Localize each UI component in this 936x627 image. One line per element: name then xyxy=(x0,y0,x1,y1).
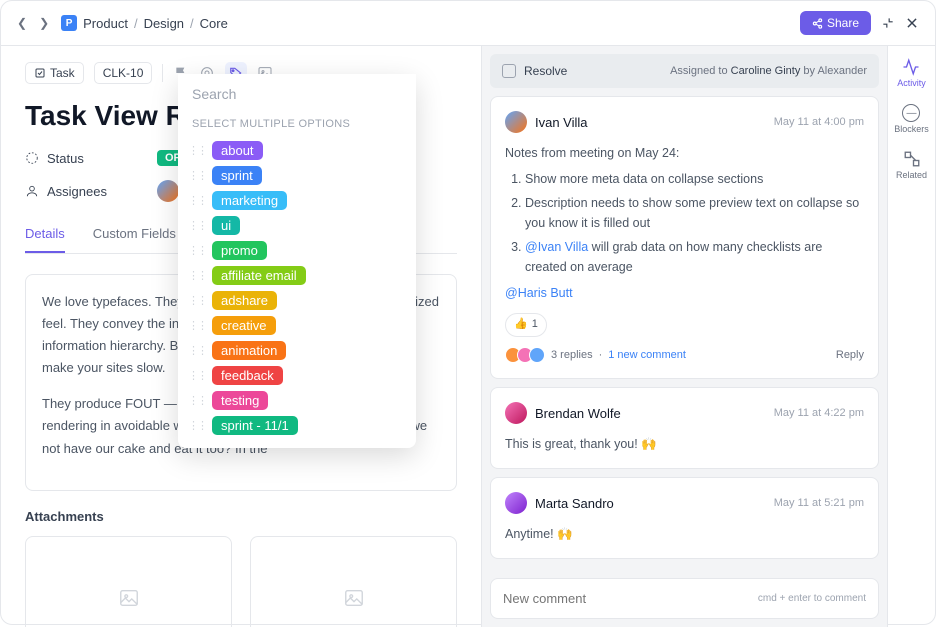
drag-handle-icon[interactable]: ⋮⋮ xyxy=(188,419,206,432)
new-comment-input[interactable] xyxy=(503,591,758,606)
drag-handle-icon[interactable]: ⋮⋮ xyxy=(188,344,206,357)
tag-pill: testing xyxy=(212,391,268,410)
tag-pill: marketing xyxy=(212,191,287,210)
breadcrumb-item[interactable]: Product xyxy=(83,16,128,31)
drag-handle-icon[interactable]: ⋮⋮ xyxy=(188,294,206,307)
close-icon[interactable] xyxy=(905,16,919,30)
avatar[interactable] xyxy=(505,111,527,133)
tag-dropdown: SELECT MULTIPLE OPTIONS ⋮⋮about⋮⋮sprint⋮… xyxy=(178,74,416,448)
search-input[interactable] xyxy=(178,74,416,114)
avatar[interactable] xyxy=(157,180,179,202)
dropdown-option[interactable]: ⋮⋮ animation xyxy=(178,338,416,363)
share-button[interactable]: Share xyxy=(800,11,871,35)
comment-author: Ivan Villa xyxy=(535,115,588,130)
person-icon xyxy=(25,184,39,198)
new-comment-box[interactable]: cmd + enter to comment xyxy=(490,578,879,619)
assigned-to: Assigned to Caroline Ginty by Alexander xyxy=(670,65,867,77)
comment: Ivan Villa May 11 at 4:00 pm Notes from … xyxy=(490,96,879,379)
rail-related[interactable]: Related xyxy=(896,150,927,180)
related-icon xyxy=(903,150,921,168)
dropdown-option[interactable]: ⋮⋮ adshare xyxy=(178,288,416,313)
new-comment-link[interactable]: 1 new comment xyxy=(608,347,686,365)
nav-back-icon[interactable]: ❮ xyxy=(17,16,27,30)
project-icon: P xyxy=(61,15,77,31)
resolve-label: Resolve xyxy=(524,64,567,78)
resolve-checkbox[interactable] xyxy=(502,64,516,78)
breadcrumb-item[interactable]: Core xyxy=(200,16,228,31)
breadcrumb: P Product / Design / Core xyxy=(61,15,228,31)
breadcrumb-item[interactable]: Design xyxy=(144,16,184,31)
drag-handle-icon[interactable]: ⋮⋮ xyxy=(188,219,206,232)
dropdown-option[interactable]: ⋮⋮ ui xyxy=(178,213,416,238)
comment: Brendan Wolfe May 11 at 4:22 pm This is … xyxy=(490,387,879,469)
tag-pill: animation xyxy=(212,341,286,360)
blockers-icon: — xyxy=(902,104,920,122)
drag-handle-icon[interactable]: ⋮⋮ xyxy=(188,394,206,407)
mention[interactable]: @Ivan Villa xyxy=(525,240,588,254)
drag-handle-icon[interactable]: ⋮⋮ xyxy=(188,269,206,282)
dropdown-header: SELECT MULTIPLE OPTIONS xyxy=(178,114,416,138)
tag-pill: adshare xyxy=(212,291,277,310)
tag-pill: affiliate email xyxy=(212,266,306,285)
status-icon xyxy=(25,151,39,165)
reply-button[interactable]: Reply xyxy=(836,347,864,365)
tag-pill: about xyxy=(212,141,263,160)
resolve-bar: Resolve Assigned to Caroline Ginty by Al… xyxy=(490,54,879,88)
comment-time: May 11 at 5:21 pm xyxy=(774,497,864,509)
comment-time: May 11 at 4:22 pm xyxy=(774,407,864,419)
reaction[interactable]: 👍1 xyxy=(505,313,547,337)
attachment-thumbnail[interactable] xyxy=(250,536,457,627)
drag-handle-icon[interactable]: ⋮⋮ xyxy=(188,319,206,332)
tag-pill: sprint - 11/1 xyxy=(212,416,298,435)
drag-handle-icon[interactable]: ⋮⋮ xyxy=(188,369,206,382)
tag-pill: ui xyxy=(212,216,240,235)
drag-handle-icon[interactable]: ⋮⋮ xyxy=(188,144,206,157)
tag-pill: sprint xyxy=(212,166,262,185)
tag-pill: creative xyxy=(212,316,276,335)
drag-handle-icon[interactable]: ⋮⋮ xyxy=(188,169,206,182)
avatar[interactable] xyxy=(505,402,527,424)
dropdown-option[interactable]: ⋮⋮ about xyxy=(178,138,416,163)
comment: Marta Sandro May 11 at 5:21 pm Anytime! … xyxy=(490,477,879,559)
drag-handle-icon[interactable]: ⋮⋮ xyxy=(188,244,206,257)
mention[interactable]: @Haris Butt xyxy=(505,283,864,303)
dropdown-option[interactable]: ⋮⋮ testing xyxy=(178,388,416,413)
collapse-icon[interactable] xyxy=(881,16,895,30)
tab-custom-fields[interactable]: Custom Fields xyxy=(93,216,176,253)
dropdown-option[interactable]: ⋮⋮ feedback xyxy=(178,363,416,388)
activity-icon xyxy=(902,58,920,76)
image-icon xyxy=(118,587,140,609)
activity-pane: Resolve Assigned to Caroline Ginty by Al… xyxy=(481,46,887,627)
tag-pill: promo xyxy=(212,241,267,260)
drag-handle-icon[interactable]: ⋮⋮ xyxy=(188,194,206,207)
tag-pill: feedback xyxy=(212,366,283,385)
task-id-chip[interactable]: CLK-10 xyxy=(94,62,153,84)
tab-details[interactable]: Details xyxy=(25,216,65,253)
dropdown-option[interactable]: ⋮⋮ promo xyxy=(178,238,416,263)
image-icon xyxy=(343,587,365,609)
topbar: ❮ ❯ P Product / Design / Core Share xyxy=(1,1,935,46)
comment-author: Brendan Wolfe xyxy=(535,406,621,421)
rail-activity[interactable]: Activity xyxy=(897,58,926,88)
replies-count[interactable]: 3 replies xyxy=(551,347,593,365)
nav-forward-icon[interactable]: ❯ xyxy=(39,16,49,30)
attachment-thumbnail[interactable] xyxy=(25,536,232,627)
task-type-chip[interactable]: Task xyxy=(25,62,84,84)
dropdown-option[interactable]: ⋮⋮ sprint - 11/1 xyxy=(178,413,416,438)
attachments-header: Attachments xyxy=(25,509,457,524)
dropdown-option[interactable]: ⋮⋮ affiliate email xyxy=(178,263,416,288)
reply-avatars[interactable] xyxy=(505,347,545,363)
right-rail: Activity — Blockers Related xyxy=(887,46,935,627)
dropdown-option[interactable]: ⋮⋮ sprint xyxy=(178,163,416,188)
comment-hint: cmd + enter to comment xyxy=(758,593,866,604)
comment-author: Marta Sandro xyxy=(535,496,614,511)
dropdown-option[interactable]: ⋮⋮ marketing xyxy=(178,188,416,213)
dropdown-option[interactable]: ⋮⋮ creative xyxy=(178,313,416,338)
rail-blockers[interactable]: — Blockers xyxy=(894,104,929,134)
avatar[interactable] xyxy=(505,492,527,514)
comment-time: May 11 at 4:00 pm xyxy=(774,116,864,128)
